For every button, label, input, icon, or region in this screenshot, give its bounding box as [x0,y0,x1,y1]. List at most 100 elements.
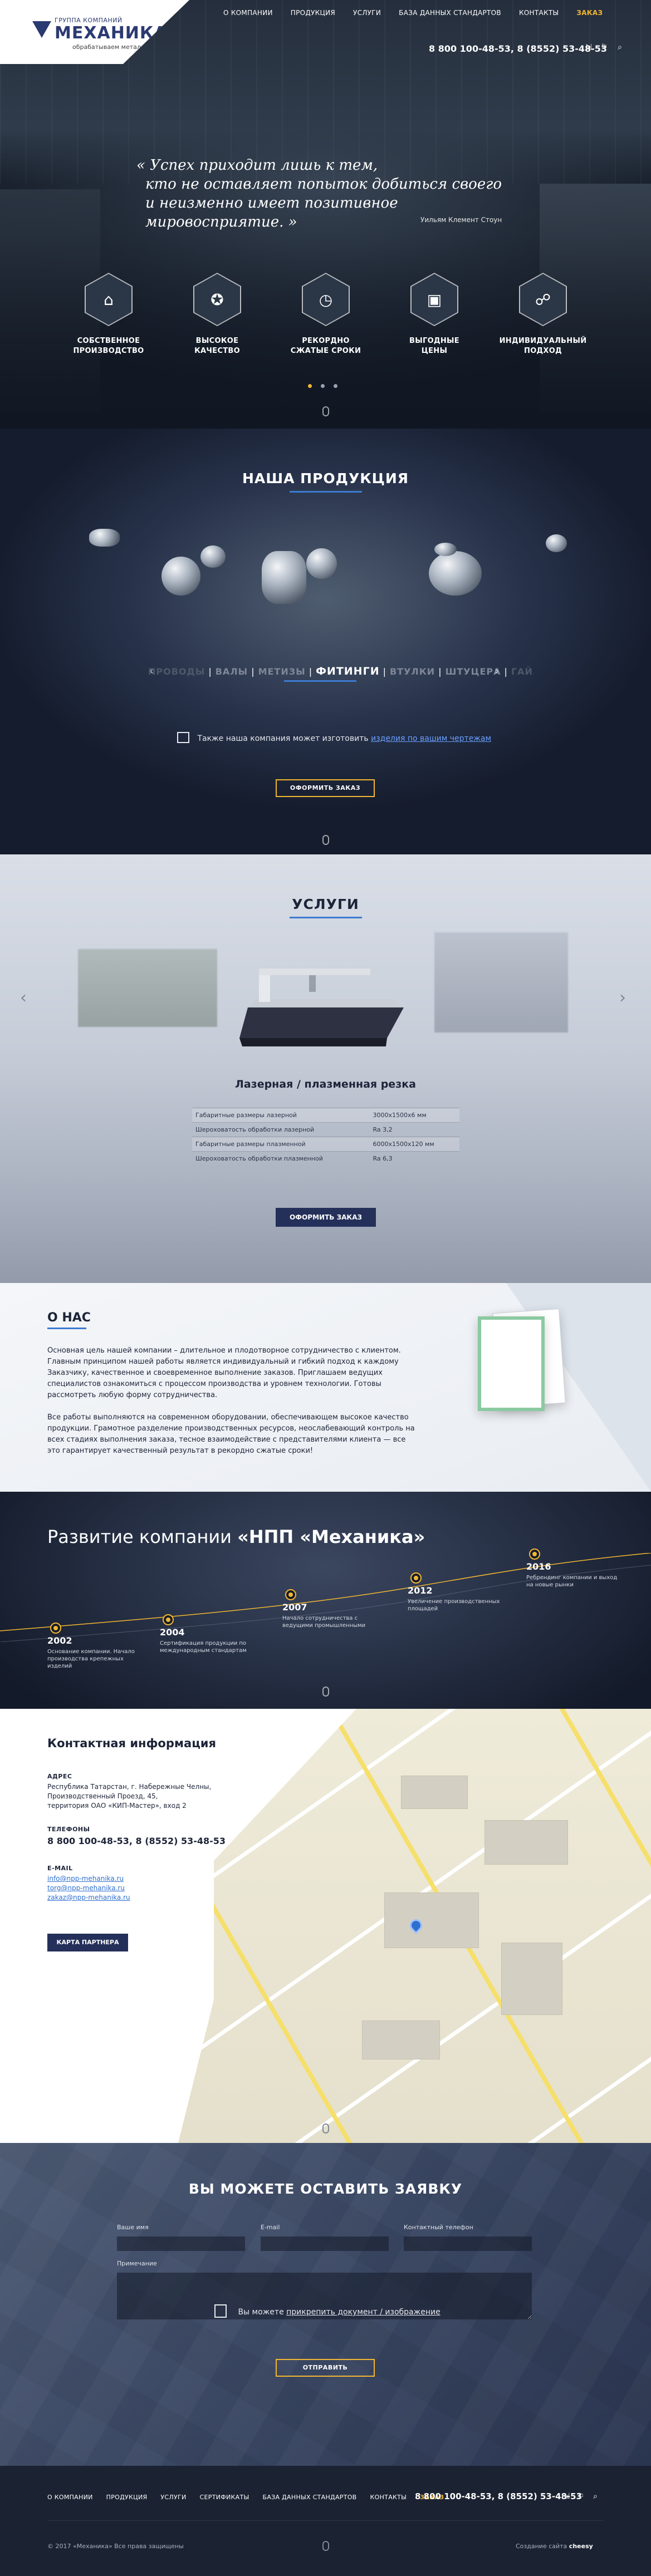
footer-nav-standards[interactable]: БАЗА ДАННЫХ СТАНДАРТОВ [263,2494,357,2501]
tab-category[interactable]: ШТУЦЕРА [446,666,501,677]
machine-ghost-left [78,949,217,1027]
search-icon[interactable]: ⌕ [591,2493,599,2500]
copyright: © 2017 «Механика» Все права защищены [47,2543,184,2550]
developer-credit[interactable]: Создание сайта cheesy [516,2543,593,2550]
features-list: ⌂ СОБСТВЕННОЕ ПРОИЗВОДСТВО ✪ ВЫСОКОЕ КАЧЕС… [61,273,590,356]
certificate-image[interactable] [478,1316,545,1411]
scroll-down-icon[interactable] [322,1687,329,1697]
footer: О КОМПАНИИ ПРОДУКЦИЯ УСЛУГИ СЕРТИФИКАТЫ … [0,2466,651,2576]
scroll-down-icon[interactable] [322,2123,329,2133]
timeline-dot[interactable] [529,1548,540,1560]
scroll-up-icon[interactable] [322,2541,329,2551]
section-title: Развитие компании «НПП «Механика» [47,1526,425,1547]
footer-nav-certificates[interactable]: СЕРТИФИКАТЫ [200,2494,249,2501]
language-icon[interactable]: ⚐ [600,43,608,51]
footer-nav-about[interactable]: О КОМПАНИИ [47,2494,93,2501]
scroll-down-icon[interactable] [322,406,329,416]
table-row: Габаритные размеры плазменной 6000x1500x1… [192,1137,459,1152]
address-text: Республика Татарстан, г. Набережные Челн… [47,1783,212,1810]
fitting-image [546,534,567,552]
tab-category[interactable]: ВАЛЫ [216,666,248,677]
name-input[interactable] [117,2236,245,2251]
send-button[interactable]: ОТПРАВИТЬ [276,2359,375,2377]
prev-arrow-icon[interactable]: ‹ [20,988,27,1007]
timeline-dot[interactable] [285,1589,296,1600]
timeline-dot[interactable] [50,1623,61,1634]
footer-nav-products[interactable]: ПРОДУКЦИЯ [106,2494,148,2501]
milestone: 2004 Сертификация продукции по международ… [160,1627,247,1654]
login-icon[interactable]: ⇲ [562,2493,570,2500]
email-field: E-mail [261,2224,389,2251]
login-icon[interactable]: ⇲ [585,43,593,51]
nav-order[interactable]: ЗАКАЗ [567,9,611,17]
slider-dot[interactable] [334,384,337,388]
milestone: 2002 Основание компании. Начало производс… [47,1635,135,1669]
main-nav: О КОМПАНИИ ПРОДУКЦИЯ УСЛУГИ БАЗА ДАННЫХ … [214,9,611,17]
feature-item: ▣ ВЫГОДНЫЕ ЦЕНЫ [387,273,482,356]
section-title: О НАС [47,1311,91,1325]
nav-standards[interactable]: БАЗА ДАННЫХ СТАНДАРТОВ [390,9,510,17]
phone-label: Контактный телефон [404,2224,473,2231]
nav-services[interactable]: УСЛУГИ [344,9,390,17]
timeline-dot[interactable] [163,1614,174,1625]
email-label: E-mail [261,2224,280,2231]
about-text: Основная цель нашей компании – длительно… [47,1346,415,1455]
order-button[interactable]: ОФОРМИТЬ ЗАКАЗ [276,1208,376,1227]
contacts-title: Контактная информация [47,1737,216,1750]
header-phones[interactable]: 8 800 100-48-53, 8 (8552) 53-48-53 [429,43,607,54]
footer-phones[interactable]: 8 800 100-48-53, 8 (8552) 53-48-53 [415,2491,582,2501]
document-icon [214,2304,227,2318]
address-label: АДРЕС [47,1773,72,1780]
tab-category[interactable]: ГАЙ [511,666,533,677]
feature-item: ◷ РЕКОРДНО СЖАТЫЕ СРОКИ [278,273,373,356]
feature-item: ☍ ИНДИВИДУАЛЬНЫЙ ПОДХОД [496,273,590,356]
footer-nav-services[interactable]: УСЛУГИ [160,2494,186,2501]
services-section: УСЛУГИ ‹ › Лазерная / плазменная резка Г… [0,854,651,1283]
nav-products[interactable]: ПРОДУКЦИЯ [282,9,344,17]
order-button[interactable]: ОФОРМИТЬ ЗАКАЗ [276,779,375,797]
bolt-image [89,529,120,547]
name-field: Ваше имя [117,2224,245,2251]
tab-category-active[interactable]: ФИТИНГИ [316,665,380,677]
next-arrow-icon[interactable]: › [495,664,499,677]
nav-about[interactable]: О КОМПАНИИ [214,9,282,17]
slider-dot[interactable] [321,384,325,388]
factory-icon: ⌂ [86,274,131,325]
email-input[interactable] [261,2236,389,2251]
next-arrow-icon[interactable]: › [619,988,626,1007]
tab-category[interactable]: ПРОВОДЫ [148,666,205,677]
phone-field: Контактный телефон [404,2224,532,2251]
contact-phones[interactable]: 8 800 100-48-53, 8 (8552) 53-48-53 [47,1836,226,1846]
category-tabs: ПРОВОДЫ | ВАЛЫ | МЕТИЗЫ | ФИТИНГИ | ВТУЛКИ | ШТУЦЕ… [148,665,533,677]
request-section: ВЫ МОЖЕТЕ ОСТАВИТЬ ЗАЯВКУ Ваше имя E-mai… [0,2143,651,2466]
nut-image [306,548,337,579]
phones-label: ТЕЛЕФОНЫ [47,1826,90,1833]
custom-drawing-link[interactable]: изделия по вашим чертежам [371,734,491,743]
tab-category[interactable]: МЕТИЗЫ [258,666,306,677]
milestone: 2012 Увеличение производственных площадей [408,1585,500,1612]
language-icon[interactable]: ⚐ [577,2493,585,2500]
email-link[interactable]: zakaz@npp-mehanika.ru [47,1893,130,1902]
email-link[interactable]: torg@npp-mehanika.ru [47,1884,130,1893]
section-title: НАША ПРОДУКЦИЯ [242,470,409,486]
tab-category[interactable]: ВТУЛКИ [390,666,435,677]
timeline-dot[interactable] [410,1572,422,1584]
drawing-icon [177,732,189,743]
partner-card-button[interactable]: КАРТА ПАРТНЕРА [47,1934,128,1951]
ring-image [434,543,457,556]
email-link[interactable]: info@npp-mehanika.ru [47,1874,130,1884]
milestone: 2016 Ребрендинг компании и выход на новые… [526,1561,618,1588]
footer-nav: О КОМПАНИИ ПРОДУКЦИЯ УСЛУГИ СЕРТИФИКАТЫ … [47,2494,457,2501]
attach-link[interactable]: прикрепить документ / изображение [286,2308,440,2317]
scroll-down-icon[interactable] [322,835,329,845]
phone-input[interactable] [404,2236,532,2251]
slider-dot[interactable] [308,384,312,388]
attach-file: Вы можете прикрепить документ / изображе… [214,2304,440,2318]
laser-cutter-image [239,969,404,1046]
footer-nav-contacts[interactable]: КОНТАКТЫ [370,2494,407,2501]
custom-drawing-note: Также наша компания может изготовить изд… [177,732,491,743]
search-icon[interactable]: ⌕ [616,43,624,51]
products-section: НАША ПРОДУКЦИЯ ‹ ПРОВОДЫ | ВАЛЫ | МЕТИЗЫ | ФИТ… [0,429,651,854]
footer-icons: ⇲ ⚐ ⌕ [562,2493,599,2500]
nav-contacts[interactable]: КОНТАКТЫ [510,9,567,17]
